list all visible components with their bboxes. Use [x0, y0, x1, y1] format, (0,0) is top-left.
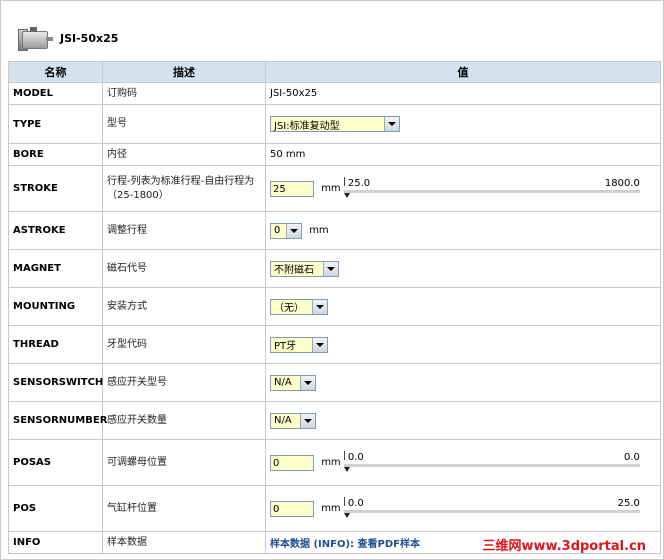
row-name-model: MODEL [8, 82, 103, 105]
chevron-down-icon[interactable] [312, 337, 327, 352]
slider-thumb-icon[interactable] [343, 466, 350, 472]
astroke-select[interactable]: 0 [270, 222, 302, 239]
row-name-sensornumber: SENSORNUMBER [8, 401, 107, 440]
posas-slider-max: 0.0 [623, 451, 640, 463]
row-name-pos: POS [8, 485, 103, 532]
row-desc-type: 型号 [102, 104, 266, 144]
slider-thumb-icon[interactable] [343, 192, 350, 198]
row-name-type: TYPE [8, 104, 103, 144]
table-row: MODEL 订购码 JSI-50x25 [8, 82, 661, 105]
table-row: MOUNTING 安装方式 （无） [8, 287, 661, 326]
mounting-select[interactable]: （无） [270, 298, 328, 315]
chevron-down-icon[interactable] [300, 375, 315, 390]
pos-input[interactable]: 0 [270, 500, 314, 517]
chevron-down-icon[interactable] [384, 117, 399, 131]
table-row: SENSORSWITCH 感应开关型号 N/A [8, 363, 661, 402]
row-name-bore: BORE [8, 143, 103, 166]
row-desc-posas: 可调螺母位置 [102, 439, 266, 486]
row-name-thread: THREAD [8, 325, 103, 364]
row-name-posas: POSAS [8, 439, 103, 486]
table-row: MAGNET 磁石代号 不附磁石 [8, 249, 661, 288]
stroke-slider-min: 25.0 [347, 177, 371, 189]
posas-slider-min: 0.0 [347, 451, 364, 463]
posas-input[interactable]: 0 [270, 454, 314, 471]
chevron-down-icon[interactable] [323, 261, 338, 276]
thread-select[interactable]: PT牙 [270, 336, 328, 353]
row-value-bore: 50 mm [265, 143, 661, 166]
table-row: STROKE 行程-列表为标准行程-自由行程为（25-1800） 25 mm 2… [8, 165, 661, 212]
table-row: BORE 内径 50 mm [8, 143, 661, 166]
row-desc-astroke: 调整行程 [102, 211, 266, 250]
row-desc-stroke: 行程-列表为标准行程-自由行程为（25-1800） [102, 165, 266, 212]
posas-slider[interactable]: 0.0 0.0 [343, 450, 640, 475]
pos-slider-min: 0.0 [347, 497, 364, 509]
magnet-select[interactable]: 不附磁石 [270, 260, 339, 277]
stroke-input[interactable]: 25 [270, 180, 314, 197]
row-name-stroke: STROKE [8, 165, 103, 212]
posas-unit: mm [321, 457, 341, 468]
column-header-value: 值 [265, 61, 661, 83]
row-value-model: JSI-50x25 [265, 82, 661, 105]
sensornumber-select[interactable]: N/A [270, 412, 316, 429]
row-name-magnet: MAGNET [8, 249, 103, 288]
row-desc-pos: 气缸杆位置 [102, 485, 266, 532]
row-desc-thread: 牙型代码 [102, 325, 266, 364]
row-desc-magnet: 磁石代号 [102, 249, 266, 288]
pos-slider[interactable]: 0.0 25.0 [343, 496, 640, 521]
table-row: THREAD 牙型代码 PT牙 [8, 325, 661, 364]
slider-thumb-icon[interactable] [343, 512, 350, 518]
table-row: POSAS 可调螺母位置 0 mm 0.0 0.0 [8, 439, 661, 486]
row-desc-sensornumber: 感应开关数量 [102, 401, 266, 440]
table-row: SENSORNUMBER 感应开关数量 N/A [8, 401, 661, 440]
sensorswitch-select[interactable]: N/A [270, 374, 316, 391]
row-desc-info: 样本数据 [102, 531, 266, 554]
row-desc-sensorswitch: 感应开关型号 [102, 363, 266, 402]
pos-slider-track[interactable] [343, 509, 640, 513]
table-header-row: 名称 描述 值 [8, 61, 661, 83]
type-select[interactable]: JSI:标准复动型 [270, 116, 400, 132]
row-name-mounting: MOUNTING [8, 287, 103, 326]
info-pdf-link[interactable]: 样本数据 (INFO): 查看PDF样本 [270, 539, 420, 550]
table-row: POS 气缸杆位置 0 mm 0.0 25.0 [8, 485, 661, 532]
table-row: TYPE 型号 JSI:标准复动型 [8, 104, 661, 144]
row-desc-mounting: 安装方式 [102, 287, 266, 326]
column-header-desc: 描述 [102, 61, 266, 83]
row-name-info: INFO [8, 531, 103, 554]
watermark-logo: 三维网www.3dportal.cn [482, 539, 646, 554]
parameter-table: 名称 描述 值 MODEL 订购码 JSI-50x25 TYPE 型号 JSI:… [8, 61, 661, 554]
row-name-astroke: ASTROKE [8, 211, 103, 250]
chevron-down-icon[interactable] [312, 299, 327, 314]
chevron-down-icon[interactable] [286, 223, 301, 238]
stroke-slider-track[interactable] [343, 189, 640, 193]
posas-slider-track[interactable] [343, 463, 640, 467]
product-header: JSI-50x25 [18, 18, 118, 58]
pos-unit: mm [321, 503, 341, 514]
astroke-unit: mm [309, 225, 329, 236]
product-title: JSI-50x25 [60, 31, 119, 45]
row-name-sensorswitch: SENSORSWITCH [8, 363, 103, 402]
stroke-unit: mm [321, 183, 341, 194]
chevron-down-icon[interactable] [300, 413, 315, 428]
pos-slider-max: 25.0 [617, 497, 640, 509]
cylinder-product-icon [18, 22, 54, 54]
row-desc-bore: 内径 [102, 143, 266, 166]
stroke-slider-max: 1800.0 [604, 177, 640, 189]
table-row: ASTROKE 调整行程 0 mm [8, 211, 661, 250]
column-header-name: 名称 [8, 61, 103, 83]
stroke-slider[interactable]: 25.0 1800.0 [343, 176, 640, 201]
row-desc-model: 订购码 [102, 82, 266, 105]
